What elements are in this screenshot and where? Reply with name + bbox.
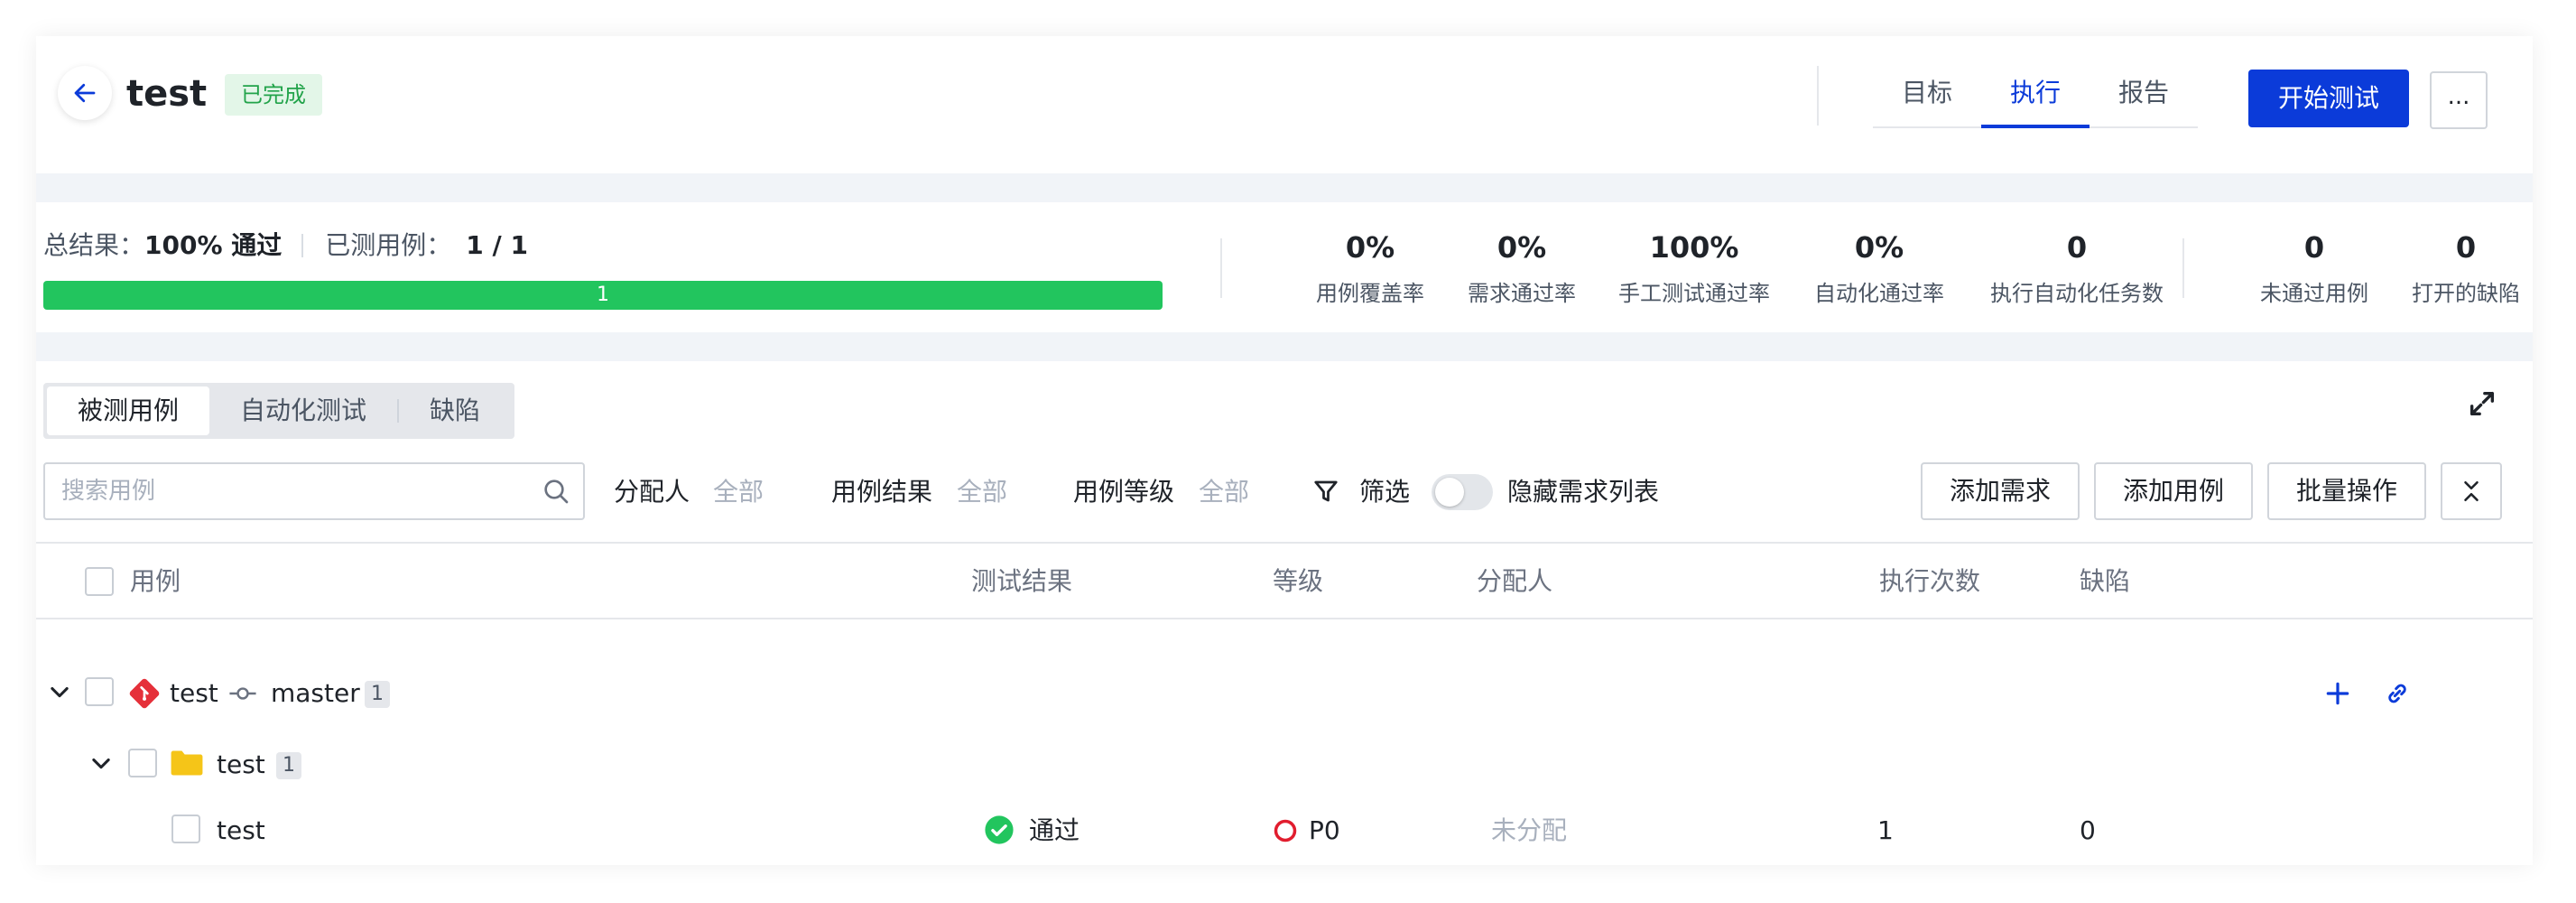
start-test-button[interactable]: 开始测试 xyxy=(2248,70,2409,127)
add-case-button[interactable]: 添加用例 xyxy=(2094,462,2253,520)
search-icon[interactable] xyxy=(542,477,570,506)
column-header-defects: 缺陷 xyxy=(2080,566,2131,596)
stat-label: 执行自动化任务数 xyxy=(1990,281,2164,306)
stat-label: 自动化通过率 xyxy=(1814,281,1944,306)
case-assignee[interactable]: 未分配 xyxy=(1491,815,1567,847)
folder-icon xyxy=(171,750,203,776)
chevron-down-icon[interactable] xyxy=(47,679,72,704)
column-header-case: 用例 xyxy=(130,566,181,596)
stat-automation-tasks: 0 执行自动化任务数 xyxy=(1960,229,2194,309)
status-badge: 已完成 xyxy=(225,74,322,116)
hide-requirements-toggle[interactable] xyxy=(1432,474,1493,510)
add-icon[interactable] xyxy=(2323,679,2352,708)
count-badge: 1 xyxy=(365,681,390,708)
total-result-label: 总结果： xyxy=(43,230,145,260)
git-icon xyxy=(129,678,160,709)
row-checkbox[interactable] xyxy=(128,749,157,777)
result-filter-select[interactable]: 全部 xyxy=(957,477,1007,507)
divider xyxy=(301,234,304,257)
case-name[interactable]: test xyxy=(217,815,265,847)
assignee-filter-label: 分配人 xyxy=(614,477,690,507)
stat-open-defects: 0 打开的缺陷 xyxy=(2376,229,2556,309)
link-icon[interactable] xyxy=(2383,679,2412,708)
result-filter-label: 用例结果 xyxy=(831,477,933,507)
hide-requirements-label: 隐藏需求列表 xyxy=(1507,477,1660,507)
check-circle-icon xyxy=(985,815,1014,844)
branch-icon xyxy=(229,687,256,700)
case-result: 通过 xyxy=(1029,815,1080,845)
divider xyxy=(2182,238,2184,298)
case-runs: 1 xyxy=(1877,815,1894,845)
collapse-icon xyxy=(2464,480,2479,502)
divider xyxy=(1220,238,1222,298)
level-filter-select[interactable]: 全部 xyxy=(1199,477,1249,507)
search-input[interactable] xyxy=(61,464,531,518)
progress-bar: 1 xyxy=(43,281,1163,310)
total-result-value: 100% 通过 xyxy=(144,230,283,260)
progress-fill: 1 xyxy=(43,281,1163,310)
stat-label: 手工测试通过率 xyxy=(1618,281,1770,306)
case-level: P0 xyxy=(1309,815,1340,845)
segment-control: 被测用例 自动化测试 缺陷 xyxy=(43,383,515,439)
arrow-left-icon xyxy=(74,83,96,103)
main-panel: 被测用例 自动化测试 缺陷 分配人 全部 用例结果 全部 用例等级 全部 筛选 … xyxy=(36,361,2533,865)
tested-cases-label: 已测用例： xyxy=(325,230,452,260)
column-header-assignee: 分配人 xyxy=(1477,566,1553,596)
folder-name[interactable]: test xyxy=(217,749,265,781)
app-window: test 已完成 目标 执行 报告 开始测试 ... 总结果： 100% 通过 … xyxy=(36,36,2533,865)
stat-value: 0% xyxy=(1496,230,1547,265)
divider xyxy=(1817,66,1819,126)
search-box xyxy=(43,462,585,520)
chevron-down-icon[interactable] xyxy=(88,750,114,776)
header-bar: test 已完成 目标 执行 报告 开始测试 ... xyxy=(36,36,2533,173)
filter-icon[interactable] xyxy=(1312,477,1339,506)
branch-name: master xyxy=(271,678,360,708)
column-header-runs: 执行次数 xyxy=(1879,566,1981,596)
back-button[interactable] xyxy=(58,66,112,120)
tab-target[interactable]: 目标 xyxy=(1873,63,1981,126)
tab-report[interactable]: 报告 xyxy=(2090,63,2198,126)
stat-label: 打开的缺陷 xyxy=(2412,281,2520,306)
row-checkbox[interactable] xyxy=(85,677,114,706)
summary-panel: 总结果： 100% 通过 已测用例： 1 / 1 1 0% 用例覆盖率 0% 需… xyxy=(36,202,2533,332)
segment-tested-cases[interactable]: 被测用例 xyxy=(47,386,210,435)
row-checkbox[interactable] xyxy=(171,815,200,843)
stat-automation-pass-rate: 0% 自动化通过率 xyxy=(1771,229,1988,309)
level-filter-label: 用例等级 xyxy=(1073,477,1175,507)
stat-requirement-pass-rate: 0% 需求通过率 xyxy=(1432,229,1612,309)
count-badge: 1 xyxy=(276,752,301,779)
page-title: test xyxy=(126,73,208,115)
stat-value: 0 xyxy=(2455,230,2477,265)
batch-operation-button[interactable]: 批量操作 xyxy=(2267,462,2426,520)
more-button[interactable]: ... xyxy=(2430,71,2488,129)
table-header: 用例 测试结果 等级 分配人 执行次数 缺陷 xyxy=(36,542,2533,619)
expand-icon[interactable] xyxy=(2467,388,2497,419)
summary-line: 总结果： 100% 通过 已测用例： 1 / 1 xyxy=(43,229,528,262)
column-header-result: 测试结果 xyxy=(971,566,1073,596)
tested-cases-value: 1 / 1 xyxy=(466,230,528,260)
stat-value: 0% xyxy=(1854,230,1904,265)
segment-automation[interactable]: 自动化测试 xyxy=(209,386,397,435)
stat-value: 0 xyxy=(2066,230,2088,265)
segment-defects[interactable]: 缺陷 xyxy=(399,386,511,435)
tab-execute[interactable]: 执行 xyxy=(1981,63,2090,128)
stat-manual-pass-rate: 100% 手工测试通过率 xyxy=(1586,229,1802,309)
filter-button[interactable]: 筛选 xyxy=(1359,477,1410,507)
column-header-level: 等级 xyxy=(1273,566,1324,596)
priority-circle-icon xyxy=(1274,819,1297,842)
case-defects: 0 xyxy=(2080,815,2096,845)
repository-name[interactable]: test xyxy=(170,677,218,710)
select-all-checkbox[interactable] xyxy=(85,567,114,596)
tab-bar: 目标 执行 报告 xyxy=(1873,63,2198,128)
stat-label: 需求通过率 xyxy=(1468,281,1576,306)
collapse-all-button[interactable] xyxy=(2441,462,2502,520)
assignee-filter-select[interactable]: 全部 xyxy=(713,477,764,507)
stat-value: 100% xyxy=(1649,230,1739,265)
add-requirement-button[interactable]: 添加需求 xyxy=(1921,462,2080,520)
